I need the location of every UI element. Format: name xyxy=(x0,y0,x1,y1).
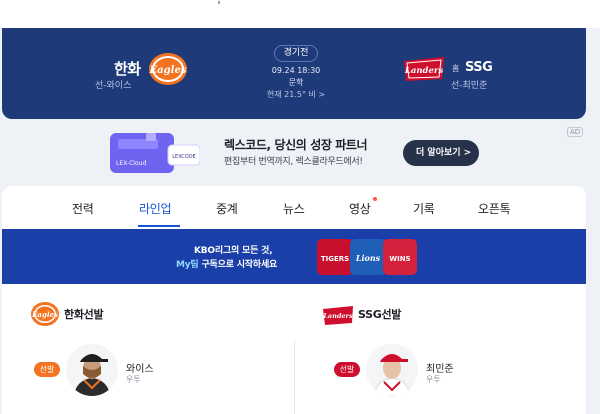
eagles-logo[interactable]: Eagles xyxy=(148,52,188,86)
home-starter-name[interactable]: 와이스 xyxy=(126,360,154,375)
tigers-card-label: TIGERS xyxy=(321,255,349,263)
tab-broadcast[interactable]: 중계 xyxy=(216,200,238,217)
active-tab-indicator xyxy=(138,225,180,227)
my-team-promo-banner[interactable]: KBO리그의 모든 것, My팀 구독으로 시작하세요 TIGERS Lions… xyxy=(2,229,586,284)
team-cards-graphic: TIGERS Lions WINS xyxy=(317,239,417,275)
promo-headline: KBO리그의 모든 것, xyxy=(194,246,273,256)
top-strip xyxy=(0,0,600,28)
promo-subline-rest: 구독으로 시작하세요 xyxy=(198,260,278,270)
home-starter-photo[interactable] xyxy=(66,344,118,396)
scoreboard[interactable]: 한화 선-와이스 Eagles 경기전 09.24 18:30 문학 현재 21… xyxy=(2,28,586,119)
new-video-dot xyxy=(373,197,377,201)
ad-banner[interactable]: LEX-Cloud LEXCODE 렉스코드, 당신의 성장 파트너 편집부터 … xyxy=(2,124,586,179)
starters-divider xyxy=(294,341,295,414)
home-starter-badge: 선발 xyxy=(34,362,60,377)
lions-card-label: Lions xyxy=(355,253,381,263)
weather-link[interactable]: 현재 21.5° 비 > xyxy=(252,89,340,100)
tab-open-talk[interactable]: 오픈톡 xyxy=(478,200,511,217)
top-strip-mark xyxy=(218,1,220,4)
away-starter-hand: 우투 xyxy=(426,375,441,384)
player-avatar-icon xyxy=(366,344,418,396)
tab-video[interactable]: 영상 xyxy=(349,200,371,217)
ad-graphic-label-right: LEXCODE xyxy=(172,154,195,160)
game-datetime: 09.24 18:30 xyxy=(271,66,321,75)
game-status-badge: 경기전 xyxy=(274,45,318,62)
promo-highlight: My팀 xyxy=(176,260,199,270)
home-team-name[interactable]: 한화 xyxy=(114,58,141,79)
stadium-name: 문학 xyxy=(288,78,304,87)
eagles-logo-text: Eagles xyxy=(149,65,187,76)
ad-badge: AD xyxy=(567,127,584,137)
tab-news[interactable]: 뉴스 xyxy=(283,200,305,217)
player-avatar-icon xyxy=(66,344,118,396)
landers-logo-text: Landers xyxy=(404,66,443,76)
landers-logo[interactable]: Landers xyxy=(402,53,446,85)
eagles-small-logo-text: Eagles xyxy=(31,310,58,319)
home-starter-title: 한화선발 xyxy=(64,308,104,321)
landers-small-logo: Landers xyxy=(322,306,353,325)
ad-graphic-label-left: LEX-Cloud xyxy=(116,160,146,167)
ad-graphic: LEX-Cloud LEXCODE xyxy=(110,133,200,173)
eagles-small-logo: Eagles xyxy=(31,302,59,326)
tab-bar: 전력 라인업 중계 뉴스 영상 기록 오픈톡 xyxy=(2,186,586,228)
tab-lineup[interactable]: 라인업 xyxy=(139,200,172,217)
home-starting-pitcher[interactable]: 선-와이스 xyxy=(95,78,131,91)
away-starter-photo[interactable] xyxy=(366,344,418,396)
landers-small-logo-text: Landers xyxy=(322,312,353,320)
away-starting-pitcher[interactable]: 선-최민준 xyxy=(451,78,487,91)
away-starter-badge: 선발 xyxy=(334,362,360,377)
wins-card-label: WINS xyxy=(389,255,410,263)
ad-learn-more-button[interactable]: 더 알아보기 > xyxy=(403,140,479,166)
home-starter-hand: 우투 xyxy=(126,375,141,384)
ad-description[interactable]: 편집부터 번역까지, 렉스클라우드에서! xyxy=(224,154,363,167)
away-starter-title: SSG선발 xyxy=(358,308,402,321)
tab-records[interactable]: 기록 xyxy=(413,200,435,217)
home-team-mark: 홈 xyxy=(452,64,460,73)
away-team-name[interactable]: SSG xyxy=(465,60,493,75)
promo-subline: My팀 구독으로 시작하세요 xyxy=(176,257,277,270)
content-panel: 전력 라인업 중계 뉴스 영상 기록 오픈톡 KBO리그의 모든 것, My팀 … xyxy=(2,186,586,414)
away-starter-name[interactable]: 최민준 xyxy=(426,360,454,375)
tab-team-power[interactable]: 전력 xyxy=(72,200,94,217)
ad-title[interactable]: 렉스코드, 당신의 성장 파트너 xyxy=(224,136,368,153)
